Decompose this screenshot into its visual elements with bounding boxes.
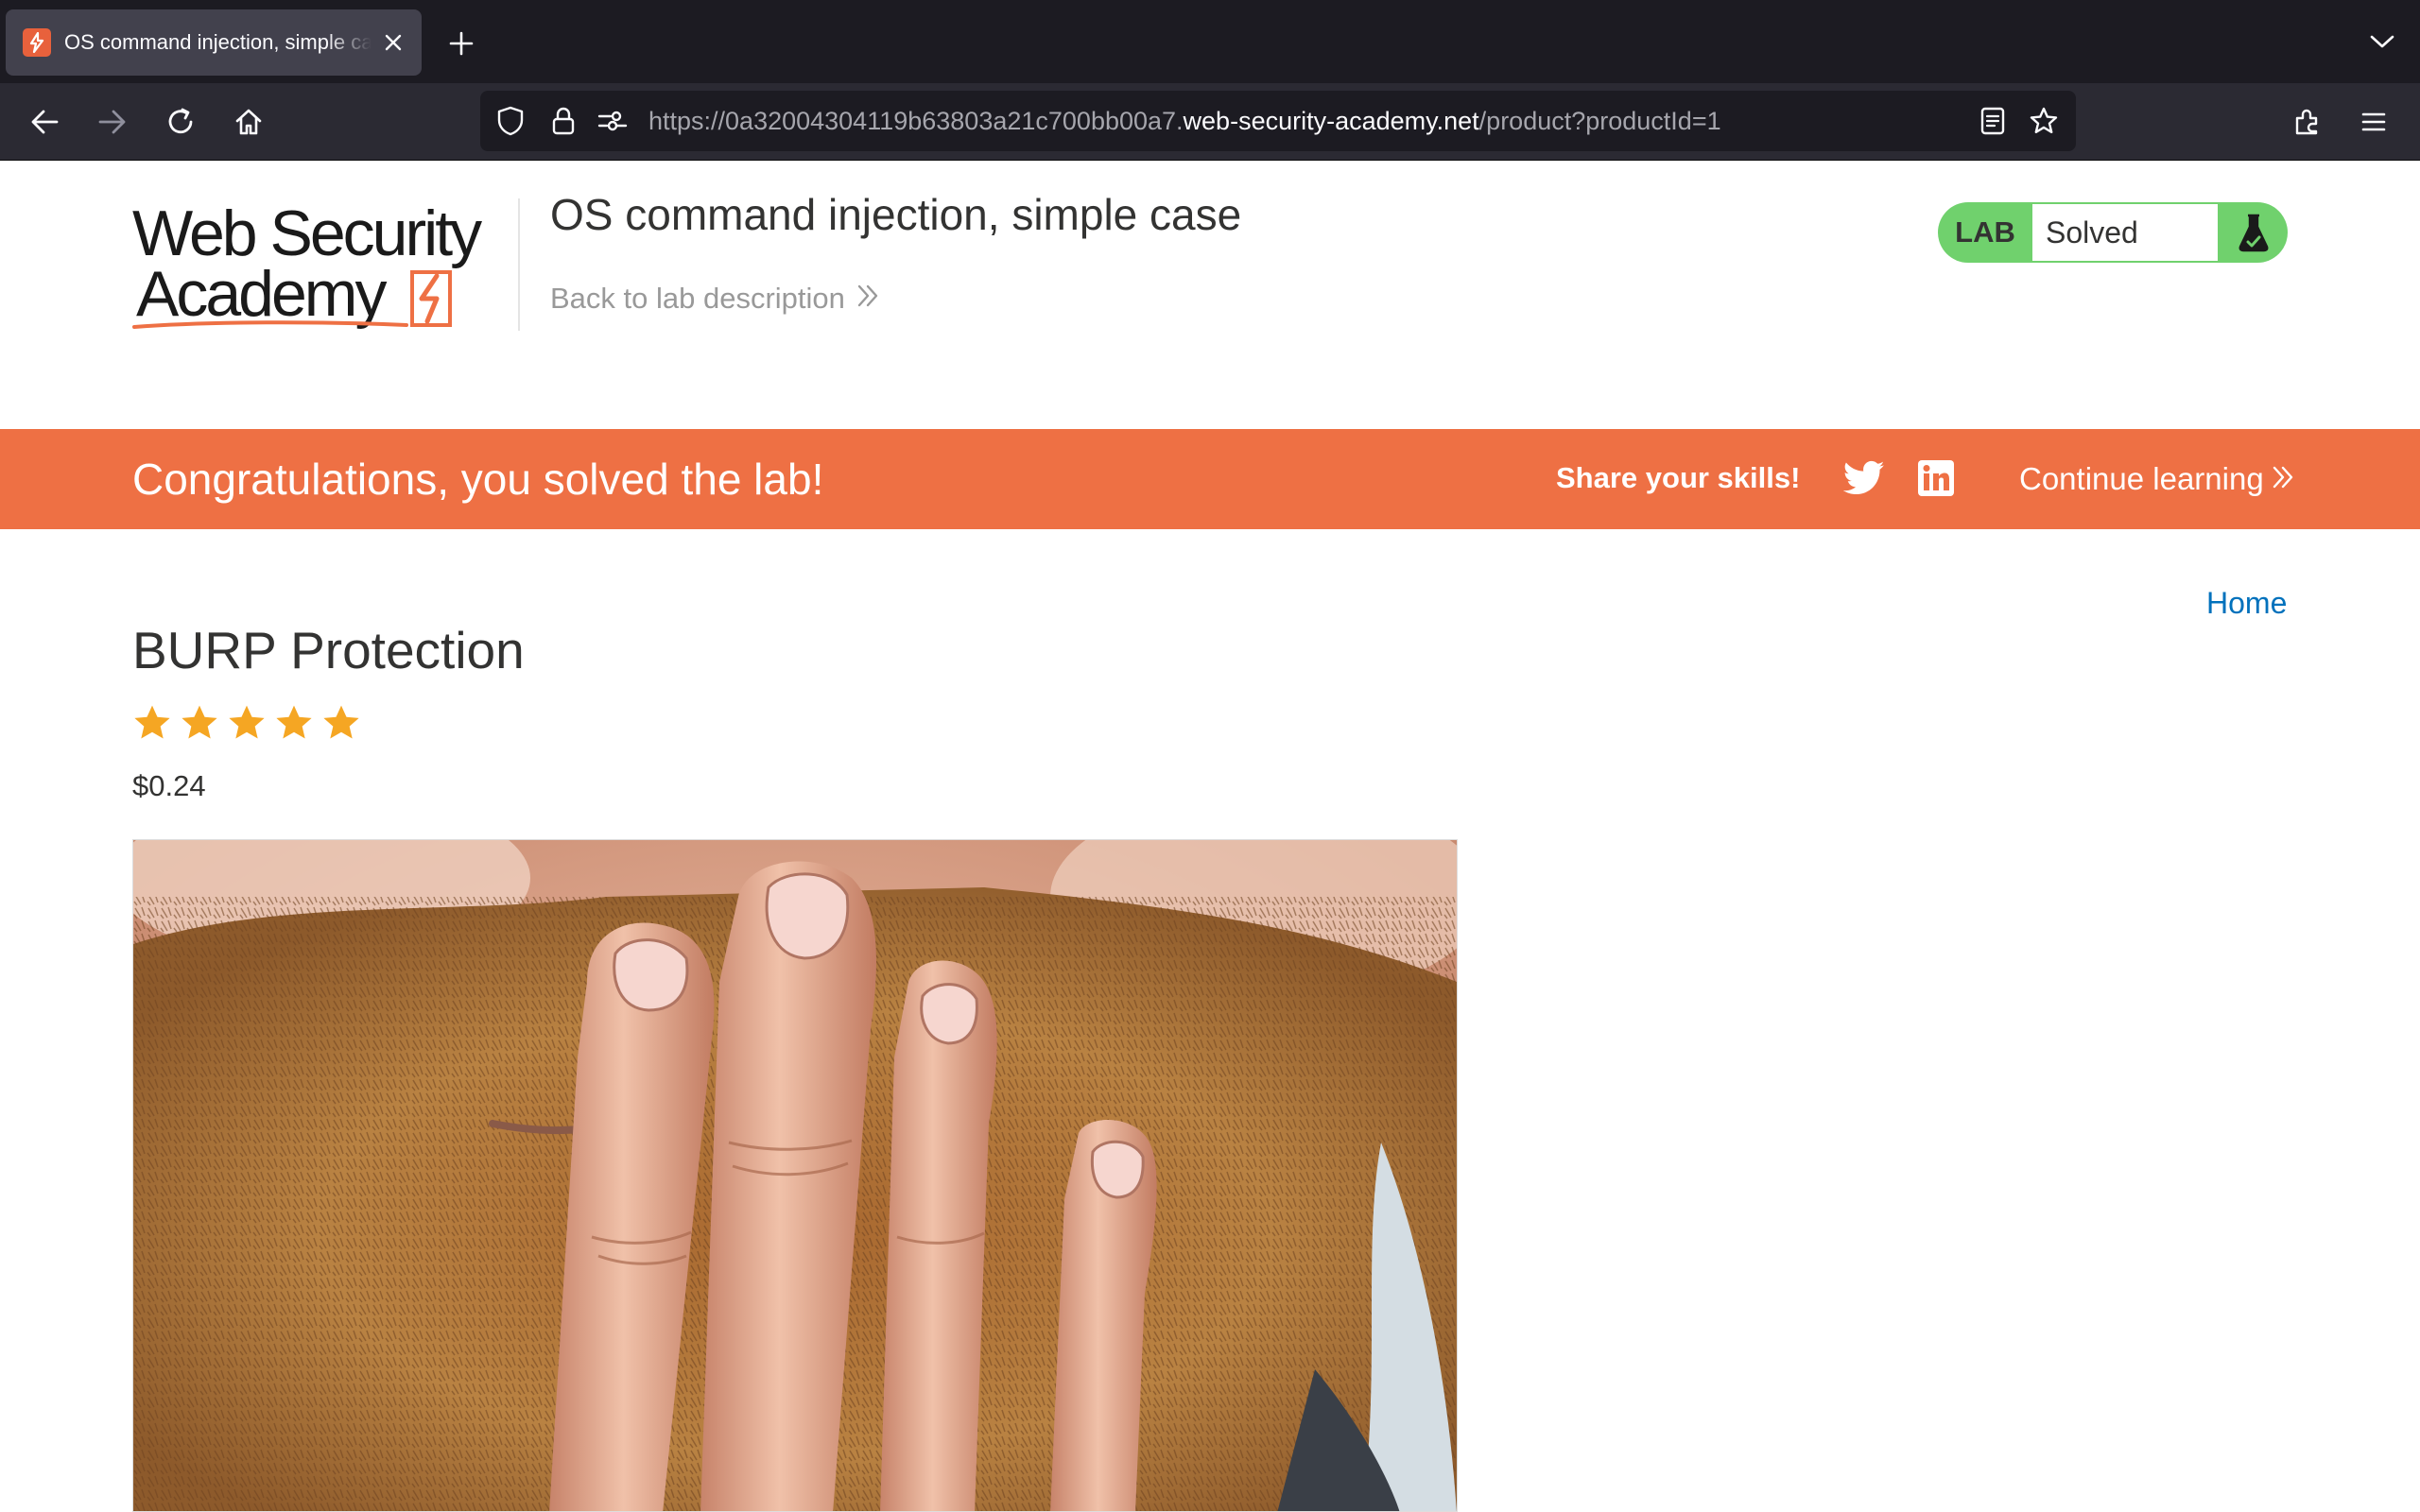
double-chevron-icon [856, 282, 879, 316]
congratulations-banner: Congratulations, you solved the lab! Sha… [0, 429, 2420, 529]
hamburger-menu-icon[interactable] [2352, 100, 2395, 144]
star-icon [323, 705, 359, 739]
tab-close-icon[interactable] [379, 28, 406, 57]
url-path: /product?productId=1 [1478, 107, 1721, 135]
share-skills-label: Share your skills! [1556, 461, 1801, 494]
flask-icon [2220, 202, 2288, 263]
lab-tag: LAB [1955, 215, 2015, 249]
url-text[interactable]: https://0a32004304119b63803a21c700bb00a7… [648, 107, 1721, 136]
browser-toolbar: https://0a32004304119b63803a21c700bb00a7… [0, 83, 2420, 161]
continue-learning-label: Continue learning [2019, 461, 2264, 496]
lab-status-widget: LAB Solved [1938, 202, 2288, 263]
lab-title: OS command injection, simple case [550, 190, 1242, 239]
forward-arrow-icon[interactable] [91, 100, 134, 144]
tab-title: OS command injection, simple case [64, 30, 372, 54]
url-host: web-security-academy.net [1183, 107, 1479, 135]
twitter-icon[interactable] [1842, 459, 1885, 497]
reader-view-icon[interactable] [1976, 104, 2010, 138]
shield-icon[interactable] [493, 104, 527, 138]
product-title: BURP Protection [132, 621, 525, 679]
reload-icon[interactable] [159, 100, 202, 144]
product-rating [132, 703, 361, 743]
star-icon [134, 705, 170, 739]
home-icon[interactable] [227, 100, 270, 144]
logo-line2: Academy [136, 258, 387, 330]
back-arrow-icon[interactable] [23, 100, 66, 144]
lab-status-text: Solved [2032, 204, 2218, 261]
star-icon [276, 705, 312, 739]
banner-message: Congratulations, you solved the lab! [132, 455, 824, 504]
portswigger-favicon-icon [23, 28, 51, 57]
back-link-label: Back to lab description [550, 282, 845, 315]
star-icon [229, 705, 265, 739]
product-image [132, 839, 1458, 1512]
new-tab-plus-icon[interactable] [442, 25, 480, 62]
double-chevron-icon [2272, 461, 2294, 497]
lock-icon[interactable] [546, 104, 580, 138]
continue-learning-link[interactable]: Continue learning [2019, 461, 2294, 497]
list-all-tabs-chevron-down-icon[interactable] [2363, 23, 2401, 60]
url-prefix: https://0a32004304119b63803a21c700bb00a7… [648, 107, 1184, 135]
linkedin-icon[interactable] [1917, 459, 1955, 497]
extensions-icon[interactable] [2286, 100, 2329, 144]
browser-tab-active[interactable]: OS command injection, simple case [6, 9, 422, 76]
header-divider [518, 198, 520, 331]
address-bar[interactable]: https://0a32004304119b63803a21c700bb00a7… [480, 91, 2076, 151]
page-content: Web Security Academy OS command injectio… [0, 161, 2420, 1512]
back-to-lab-description-link[interactable]: Back to lab description [550, 282, 879, 316]
web-security-academy-logo[interactable]: Web Security Academy [132, 198, 510, 333]
bookmark-star-icon[interactable] [2027, 104, 2061, 138]
star-icon [182, 705, 217, 739]
product-price: $0.24 [132, 769, 206, 802]
browser-tab-strip: OS command injection, simple case [0, 0, 2420, 83]
home-link[interactable]: Home [2206, 586, 2287, 621]
permissions-icon[interactable] [596, 104, 630, 138]
